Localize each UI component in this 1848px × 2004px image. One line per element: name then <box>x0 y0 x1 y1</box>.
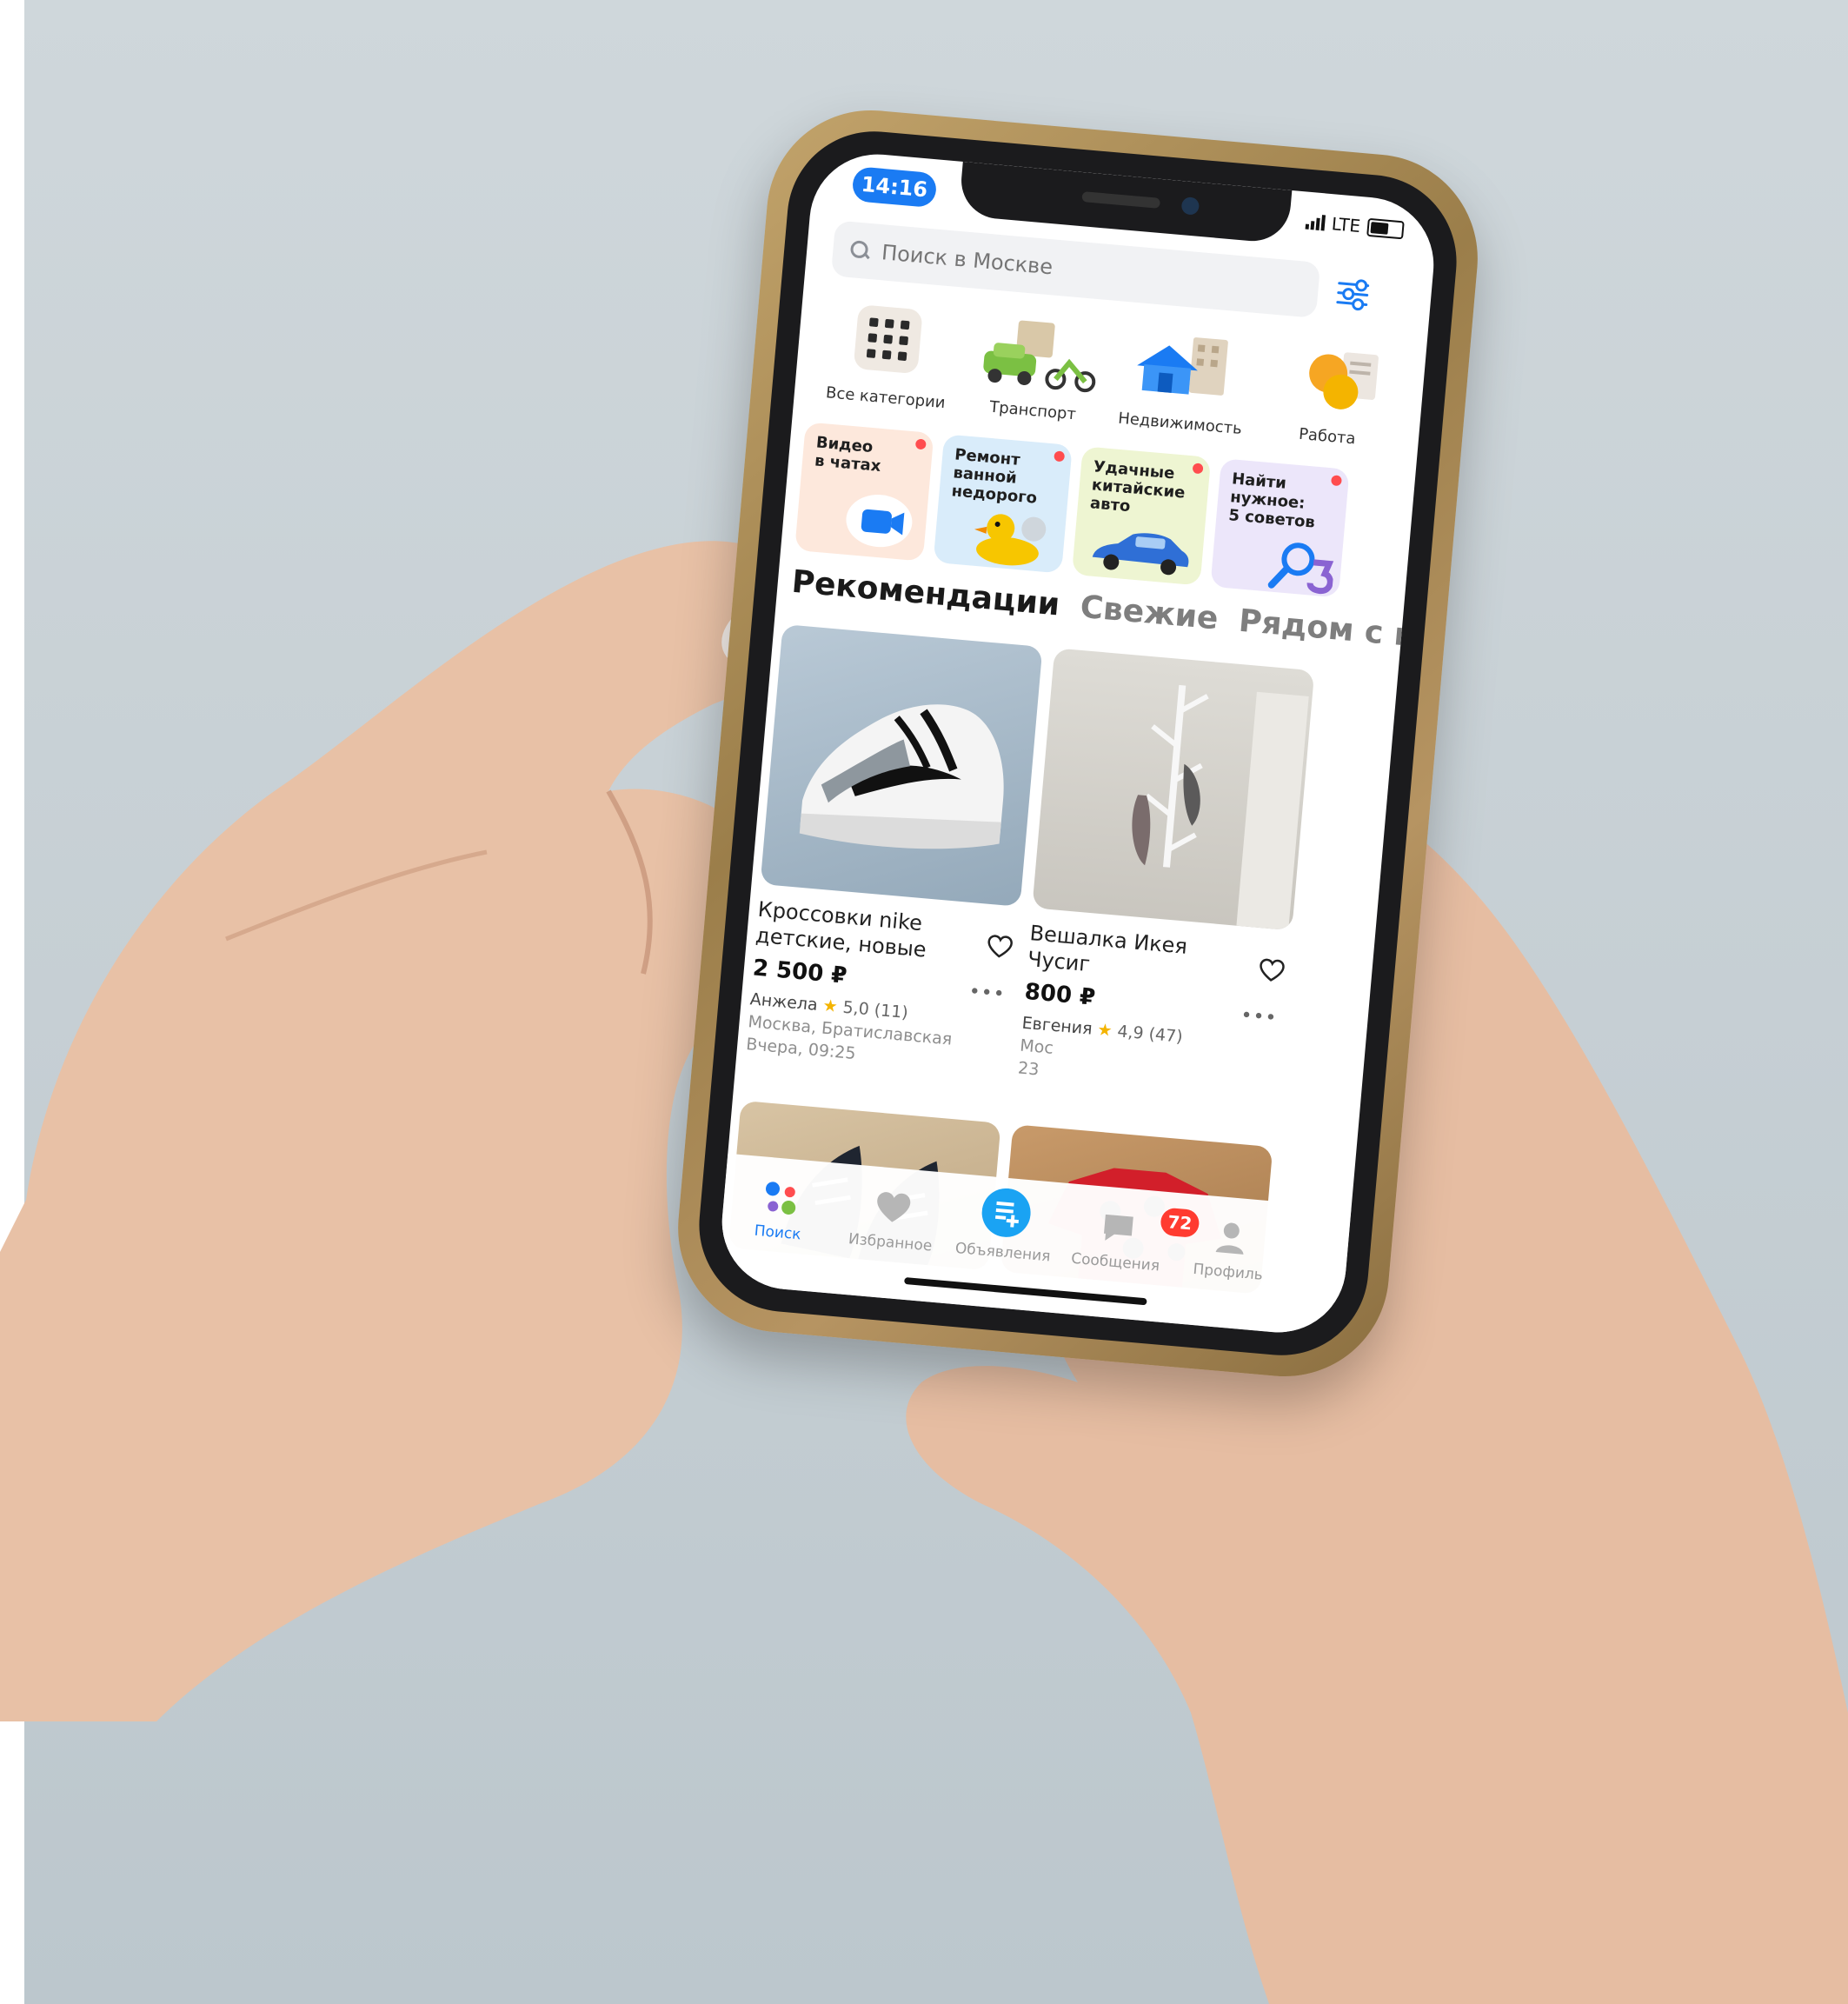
story-text: Удачные китайские авто <box>1089 457 1187 516</box>
unread-dot <box>1330 475 1342 487</box>
home-indicator <box>904 1276 1147 1306</box>
filter-icon[interactable] <box>1336 278 1370 311</box>
star-icon: ★ <box>821 995 839 1017</box>
phone: 14:16 LTE Все категории <box>669 101 1486 1386</box>
unread-dot <box>914 438 927 450</box>
magnifier-icon <box>1267 543 1334 595</box>
heart-icon <box>873 1188 914 1229</box>
phone-screen: 14:16 LTE Все категории <box>716 149 1439 1338</box>
listing-photo[interactable] <box>760 623 1043 907</box>
dots-logo-icon <box>760 1177 801 1219</box>
unread-dot <box>1054 450 1066 463</box>
category-real-estate[interactable]: Недвижимость <box>1105 323 1262 449</box>
listing-photo[interactable] <box>1032 648 1315 931</box>
nav-favorites[interactable]: Избранное <box>833 1184 951 1256</box>
story-text: Видео в чатах <box>814 433 882 476</box>
tab-recommendations[interactable]: Рекомендации <box>790 564 1061 623</box>
network-label: LTE <box>1330 213 1362 237</box>
story-text: Ремонт ванной недорого <box>950 445 1038 508</box>
listing-title[interactable]: Вешалка Икея Чусиг <box>1027 920 1247 991</box>
nav-search[interactable]: Поиск <box>721 1175 839 1247</box>
video-chat-icon <box>846 495 913 548</box>
rubber-duck-icon <box>974 514 1047 566</box>
search-icon <box>850 240 871 261</box>
listing-title[interactable]: Кроссовки nike детские, новые <box>754 896 975 968</box>
speaker <box>1081 191 1161 209</box>
category-jobs[interactable]: Работа <box>1252 336 1409 462</box>
status-indicators: LTE <box>1305 211 1405 241</box>
listing-card[interactable]: Вешалка Икея Чусиг ••• 800 ₽ Евгения ★ 4… <box>1017 648 1315 1100</box>
seller-rating: 5,0 (11) <box>841 997 909 1023</box>
story-card[interactable]: Найти нужное: 5 советов <box>1210 458 1350 598</box>
seller-name: Анжела <box>748 989 819 1015</box>
story-text: Найти нужное: 5 советов <box>1227 469 1316 532</box>
listing-grid: Кроссовки nike детские, новые ••• 2 500 … <box>745 623 1406 1109</box>
nav-label: Поиск <box>753 1222 802 1244</box>
nav-label: Профиль <box>1192 1260 1264 1284</box>
seller-rating: 4,9 (47) <box>1116 1022 1184 1047</box>
story-card[interactable]: Удачные китайские авто <box>1071 446 1212 586</box>
seller-name: Евгения <box>1020 1013 1094 1039</box>
car-icon <box>983 320 1096 393</box>
more-icon[interactable]: ••• <box>1240 1005 1278 1030</box>
listing-card[interactable]: Кроссовки nike детские, новые ••• 2 500 … <box>745 623 1043 1076</box>
signal-icon <box>1305 214 1326 231</box>
nav-label: Объявления <box>954 1239 1052 1266</box>
status-time: 14:16 <box>851 166 938 209</box>
nav-label: Избранное <box>848 1230 934 1255</box>
nav-profile[interactable]: Профиль <box>1171 1214 1289 1286</box>
grid-icon <box>853 304 923 375</box>
camera-icon <box>1180 196 1200 216</box>
more-icon[interactable]: ••• <box>968 981 1007 1006</box>
story-card[interactable]: Видео в чатах <box>794 422 934 562</box>
star-icon: ★ <box>1096 1020 1113 1041</box>
coins-icon <box>1309 352 1379 409</box>
coat-rack-image <box>1132 684 1309 930</box>
chat-icon: 72 <box>1098 1207 1200 1248</box>
nav-messages[interactable]: 72 Сообщения <box>1059 1204 1200 1276</box>
search-input[interactable] <box>879 239 1300 303</box>
user-icon <box>1210 1217 1252 1259</box>
add-listing-icon <box>980 1187 1033 1240</box>
category-all[interactable]: Все категории <box>810 297 967 423</box>
heart-icon[interactable] <box>986 934 1014 961</box>
story-card[interactable]: Ремонт ванной недорого <box>933 434 1073 574</box>
heart-icon[interactable] <box>1258 957 1286 984</box>
nav-listings[interactable]: Объявления <box>946 1188 1064 1266</box>
nav-label: Сообщения <box>1070 1249 1160 1275</box>
unread-dot <box>1192 463 1204 475</box>
category-transport[interactable]: Транспорт <box>958 310 1115 436</box>
battery-icon <box>1366 217 1405 239</box>
car-icon <box>1092 533 1189 576</box>
house-icon <box>1137 337 1228 396</box>
sneakers-image <box>799 704 1004 849</box>
tab-fresh[interactable]: Свежие <box>1079 589 1220 637</box>
